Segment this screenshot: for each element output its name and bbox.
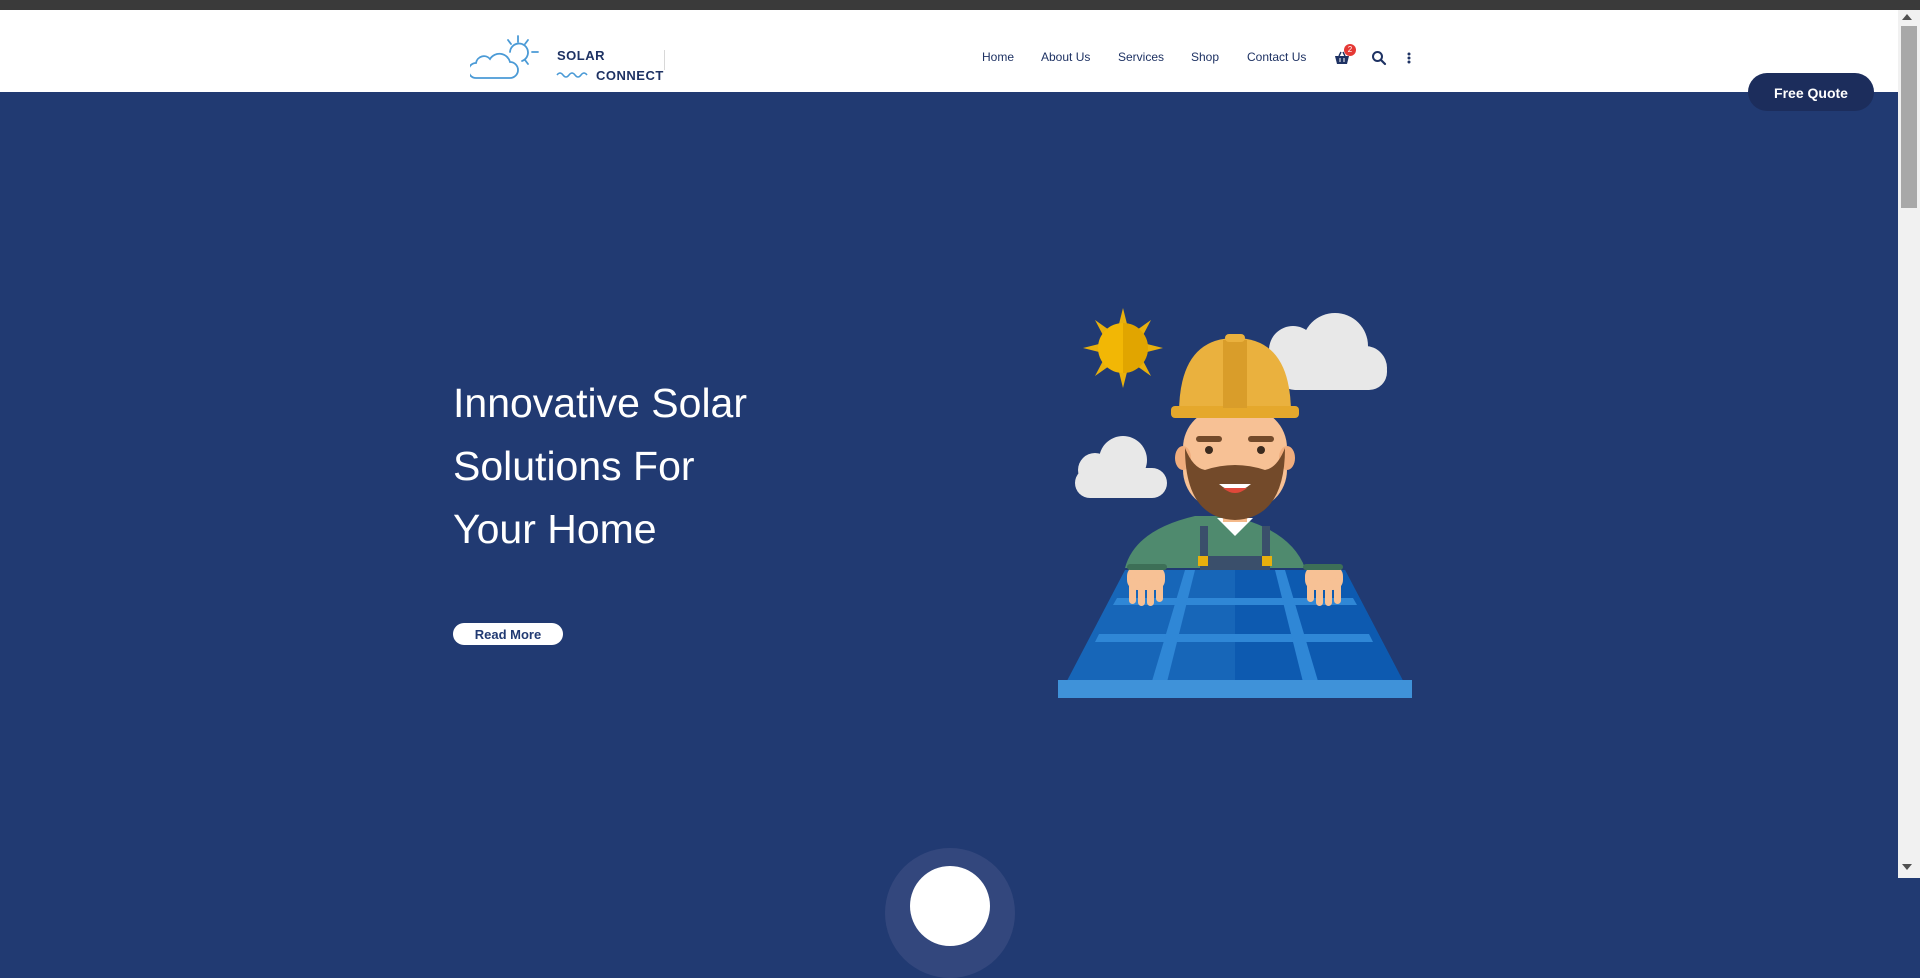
cart-button[interactable]: 2 <box>1334 44 1356 65</box>
nav-services[interactable]: Services <box>1118 50 1164 64</box>
scroll-indicator-button[interactable] <box>910 866 990 946</box>
search-icon <box>1372 51 1387 66</box>
browser-top-strip <box>0 0 1920 10</box>
read-more-button[interactable]: Read More <box>453 623 563 645</box>
solar-worker-illustration <box>1058 308 1412 698</box>
hero-title-line: Solutions For <box>453 443 695 489</box>
search-button[interactable] <box>1371 50 1387 66</box>
nav-shop[interactable]: Shop <box>1191 50 1219 64</box>
sun-icon <box>1083 308 1163 388</box>
logo-text-connect: CONNECT <box>596 68 664 83</box>
solar-panel-icon <box>1058 570 1412 698</box>
logo-divider <box>664 50 665 70</box>
hero-title-line: Your Home <box>453 506 657 552</box>
scroll-up-arrow-icon[interactable] <box>1902 14 1912 20</box>
hero-title: Innovative Solar Solutions For Your Home <box>453 372 853 561</box>
nav-home[interactable]: Home <box>982 50 1014 64</box>
cloud-icon <box>1075 436 1167 498</box>
more-menu-button[interactable] <box>1405 50 1413 66</box>
free-quote-button[interactable]: Free Quote <box>1748 73 1874 111</box>
scroll-down-arrow-icon[interactable] <box>1902 864 1912 870</box>
sun-cloud-logo-icon <box>470 35 539 79</box>
logo-text-solar: SOLAR <box>557 48 605 63</box>
nav-contact-us[interactable]: Contact Us <box>1247 50 1306 64</box>
site-logo[interactable]: SOLAR CONNECT <box>470 22 670 83</box>
nav-about-us[interactable]: About Us <box>1041 50 1090 64</box>
site-header: SOLAR CONNECT Home About Us Services Sho… <box>0 10 1898 92</box>
vertical-dots-icon <box>1407 52 1411 64</box>
cart-count-badge: 2 <box>1344 44 1356 56</box>
wave-logo-icon <box>556 72 588 78</box>
scrollbar-thumb[interactable] <box>1901 26 1917 208</box>
hero-title-line: Innovative Solar <box>453 380 748 426</box>
